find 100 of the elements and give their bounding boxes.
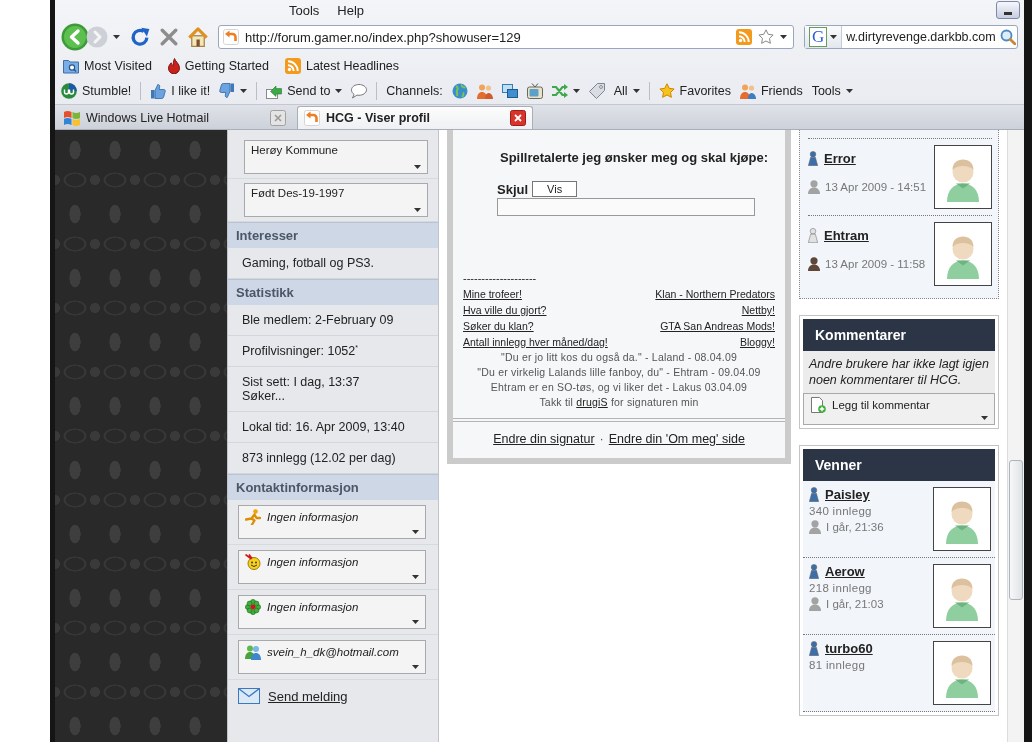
info-text: Profilvisninger: 1052$^{*}$ — [242, 344, 359, 359]
friends-button[interactable]: Friends — [739, 83, 803, 99]
username-link[interactable]: Paisley — [825, 487, 870, 502]
show-button[interactable]: Vis — [532, 181, 578, 197]
channels-label: Channels: — [386, 84, 443, 98]
caret-icon[interactable] — [632, 89, 640, 93]
bookmark-item[interactable]: Latest Headlines — [284, 58, 400, 74]
dropdown[interactable]: Legg til kommentar — [803, 393, 995, 425]
signature-link[interactable]: Nettby! — [741, 302, 775, 318]
circle-logo-icon — [61, 83, 77, 99]
avatar-placeholder — [934, 222, 992, 286]
reload-icon[interactable] — [130, 27, 150, 47]
dropdown[interactable]: svein_h_dk@hotmail.com — [238, 640, 426, 675]
tv-icon[interactable] — [526, 83, 543, 99]
caret-icon — [830, 35, 838, 39]
signature-link[interactable]: Mine trofeer! — [463, 286, 608, 302]
signature-link[interactable]: Klan - Northern Predators — [655, 286, 775, 302]
post-count: 81 innlegg — [809, 659, 867, 671]
address-field[interactable]: http://forum.gamer.no/index.php?showuser=129 — [218, 25, 794, 49]
dropdown[interactable]: Født Des-19-1997 — [244, 183, 428, 217]
search-icon[interactable] — [999, 29, 1016, 45]
signature-link[interactable]: Antall innlegg hver måned/dag! — [463, 334, 608, 350]
post-count: 218 innlegg — [809, 582, 873, 594]
menu-item[interactable]: Help — [335, 1, 367, 19]
menu-button[interactable]: All — [613, 84, 628, 98]
back-arrow-icon[interactable] — [61, 23, 89, 51]
photos-icon[interactable] — [501, 83, 518, 99]
credit-link[interactable]: drugiS — [576, 396, 608, 408]
dropdown[interactable]: Ingen informasjon — [238, 595, 426, 630]
dropdown[interactable]: Herøy Kommune — [244, 140, 428, 174]
empty-comments-text: Andre brukere har ikke lagt igjen noen kommentarer til HCG. — [803, 351, 995, 393]
info-text: Gaming, fotball og PS3. — [242, 256, 376, 270]
star-icon — [658, 83, 675, 99]
caret-icon — [412, 530, 419, 535]
menu-button[interactable]: Tools — [811, 84, 841, 98]
quote-text: Ehtram er en SO-tøs, og vi liker det - Lakus 03.04.09 — [489, 380, 749, 395]
caret-icon[interactable] — [113, 35, 120, 39]
dropdown[interactable]: Ingen informasjon — [238, 550, 426, 585]
envelope-icon[interactable] — [238, 688, 260, 705]
quote-text: "Du er jo litt kos du også da." - Laland - 08.04.09 — [500, 350, 738, 365]
rss-icon[interactable] — [736, 29, 752, 45]
section-header: Interesser — [228, 222, 438, 248]
info-text: Sist sett: I dag, 13:37 — [242, 375, 361, 390]
signature-link[interactable]: Søker du klan? — [463, 318, 608, 334]
dash-rule: -------------------- — [463, 272, 538, 284]
home-icon[interactable] — [188, 27, 208, 47]
username-link[interactable]: turbo60 — [825, 641, 873, 656]
username-link[interactable]: Ehtram — [824, 228, 869, 243]
username-link[interactable]: Error — [824, 151, 856, 166]
post-count: 340 innlegg — [809, 505, 873, 517]
scrollbar-thumb[interactable] — [1009, 460, 1023, 600]
stumble-button[interactable]: Stumble! — [61, 83, 132, 99]
flower-icon — [245, 599, 261, 616]
tab[interactable]: HCG - Viser profil — [297, 106, 533, 129]
caret-icon[interactable] — [780, 35, 787, 39]
signature-link[interactable]: Bloggy! — [739, 334, 775, 350]
stop-icon[interactable] — [160, 28, 178, 46]
signature-link[interactable]: GTA San Andreas Mods! — [660, 318, 775, 334]
signature-link[interactable]: Hva ville du gjort? — [463, 302, 608, 318]
footer-link[interactable]: Endre din signatur — [493, 432, 595, 446]
bookmark-item[interactable]: Getting Started — [167, 58, 269, 74]
caret-icon — [412, 575, 419, 580]
dropdown[interactable]: Ingen informasjon — [238, 505, 426, 540]
bookmark-item[interactable]: Most Visited — [63, 58, 152, 74]
close-icon[interactable] — [510, 110, 526, 126]
caret-icon — [981, 416, 988, 420]
caret-icon[interactable] — [240, 89, 248, 93]
tab[interactable]: Windows Live Hotmail — [57, 106, 293, 129]
username-link[interactable]: Aerow — [825, 564, 865, 579]
people-icon — [739, 83, 756, 99]
search-engine-button[interactable]: G — [805, 26, 843, 48]
last-seen-time: I går, 21:36 — [826, 521, 884, 533]
avatar-placeholder — [933, 564, 991, 628]
last-seen-time: I går, 21:03 — [826, 598, 884, 610]
favorites-button[interactable]: Favorites — [658, 83, 731, 99]
tag-icon[interactable] — [588, 83, 605, 99]
thumbs-down-icon[interactable] — [219, 83, 236, 99]
caret-icon[interactable] — [845, 89, 853, 93]
smiley-icon — [245, 554, 261, 571]
spoiler-label: Skjul — [497, 182, 529, 197]
speech-bubble-icon[interactable] — [351, 83, 368, 99]
info-text: 873 innlegg (12.02 per dag) — [242, 451, 397, 466]
star-icon[interactable] — [758, 29, 774, 45]
caret-icon[interactable] — [572, 89, 580, 93]
rss-icon — [284, 58, 301, 74]
panel-header: Kommentarer — [803, 319, 995, 351]
people-icon[interactable] — [476, 83, 493, 99]
send-message-link[interactable]: Send melding — [268, 688, 348, 704]
caret-icon[interactable] — [335, 89, 343, 93]
search-field[interactable]: G w.dirtyrevenge.darkbb.com — [804, 25, 1018, 49]
section-header: Kontaktinformasjon — [228, 474, 438, 501]
send-to-button[interactable]: Send to — [266, 83, 331, 99]
globe-icon[interactable] — [451, 83, 468, 99]
footer-link[interactable]: Endre din 'Om meg' side — [608, 432, 745, 446]
visit-time: 13 Apr 2009 - 14:51 — [825, 181, 927, 193]
section-header: Statistikk — [228, 279, 438, 305]
minimize-button[interactable] — [996, 1, 1020, 19]
menu-item[interactable]: Tools — [287, 1, 322, 19]
like-button[interactable]: I like it! — [150, 83, 211, 99]
flag-icon — [64, 110, 80, 126]
